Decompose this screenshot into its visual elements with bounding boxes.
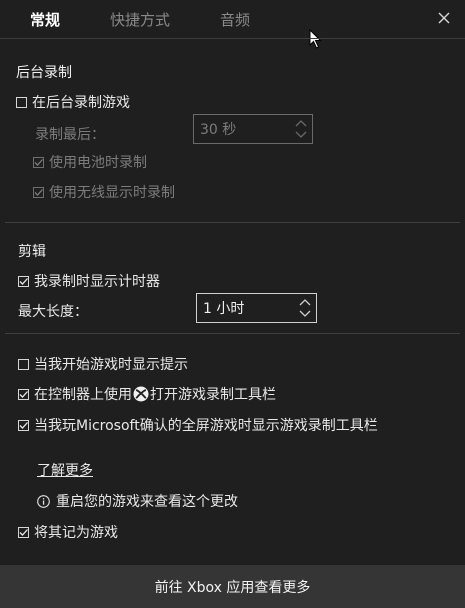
checkbox-box <box>33 186 44 198</box>
footer-button-label: 前往 Xbox 应用查看更多 <box>154 579 311 596</box>
checkbox-label: 使用电池时录制 <box>49 155 147 171</box>
show-timer-checkbox[interactable]: 我录制时显示计时器 <box>18 271 160 291</box>
open-xbox-app-button[interactable]: 前往 Xbox 应用查看更多 <box>0 565 465 608</box>
checkbox-box <box>18 388 29 400</box>
show-tips-checkbox[interactable]: 当我开始游戏时显示提示 <box>18 354 188 374</box>
info-icon <box>37 494 50 508</box>
close-icon[interactable] <box>437 11 451 25</box>
remember-as-game-checkbox[interactable]: 将其记为游戏 <box>18 522 118 542</box>
section-divider <box>5 333 460 334</box>
checkbox-label: 当我开始游戏时显示提示 <box>34 357 188 373</box>
record-last-label: 录制最后： <box>35 127 105 143</box>
spinner-value: 30 秒 <box>200 122 237 138</box>
checkbox-label-prefix: 在控制器上使用 <box>34 387 132 403</box>
checkbox-box <box>18 275 29 287</box>
open-with-controller-checkbox[interactable]: 在控制器上使用 打开游戏录制工具栏 <box>18 384 276 404</box>
checkbox-box <box>16 96 27 108</box>
max-length-label: 最大长度： <box>18 304 88 320</box>
section-title-background-recording: 后台录制 <box>16 65 72 81</box>
checkbox-label: 使用无线显示时录制 <box>49 185 175 201</box>
spinner-value: 1 小时 <box>203 301 245 317</box>
record-wireless-display-checkbox: 使用无线显示时录制 <box>33 182 175 202</box>
show-fullscreen-verified-checkbox[interactable]: 当我玩Microsoft确认的全屏游戏时显示游戏录制工具栏 <box>18 415 378 435</box>
section-divider <box>5 222 460 223</box>
checkbox-box <box>18 358 29 370</box>
checkbox-label: 将其记为游戏 <box>34 525 118 541</box>
xbox-logo-icon <box>133 386 149 402</box>
checkbox-label-suffix: 打开游戏录制工具栏 <box>150 387 276 403</box>
tab-audio[interactable]: 音频 <box>220 9 250 30</box>
max-length-spinner[interactable]: 1 小时 <box>196 293 317 323</box>
checkbox-label: 我录制时显示计时器 <box>34 274 160 290</box>
mouse-pointer-icon <box>309 29 322 49</box>
check-icon <box>34 188 43 196</box>
tab-bar: 常规 快捷方式 音频 <box>0 0 465 40</box>
tab-divider <box>0 38 465 39</box>
checkbox-box <box>33 156 44 168</box>
check-icon <box>19 277 28 285</box>
check-icon <box>34 158 43 166</box>
tab-general[interactable]: 常规 <box>30 9 60 30</box>
record-on-battery-checkbox: 使用电池时录制 <box>33 152 147 172</box>
spinner-arrows-icon <box>295 120 307 138</box>
tab-shortcuts[interactable]: 快捷方式 <box>110 9 170 30</box>
learn-more-link[interactable]: 了解更多 <box>37 460 93 480</box>
check-icon <box>19 390 28 398</box>
check-icon <box>19 528 28 536</box>
checkbox-label: 当我玩Microsoft确认的全屏游戏时显示游戏录制工具栏 <box>34 418 378 434</box>
info-text: 重启您的游戏来查看这个更改 <box>56 494 238 510</box>
checkbox-label: 在后台录制游戏 <box>32 95 130 111</box>
checkbox-box <box>18 526 29 538</box>
record-in-background-checkbox[interactable]: 在后台录制游戏 <box>16 92 130 112</box>
restart-info: 重启您的游戏来查看这个更改 <box>37 491 238 511</box>
spinner-arrows-icon[interactable] <box>298 297 312 319</box>
section-title-clips: 剪辑 <box>18 244 46 260</box>
record-last-spinner[interactable]: 30 秒 <box>193 114 313 144</box>
checkbox-box <box>18 419 29 431</box>
check-icon <box>19 421 28 429</box>
